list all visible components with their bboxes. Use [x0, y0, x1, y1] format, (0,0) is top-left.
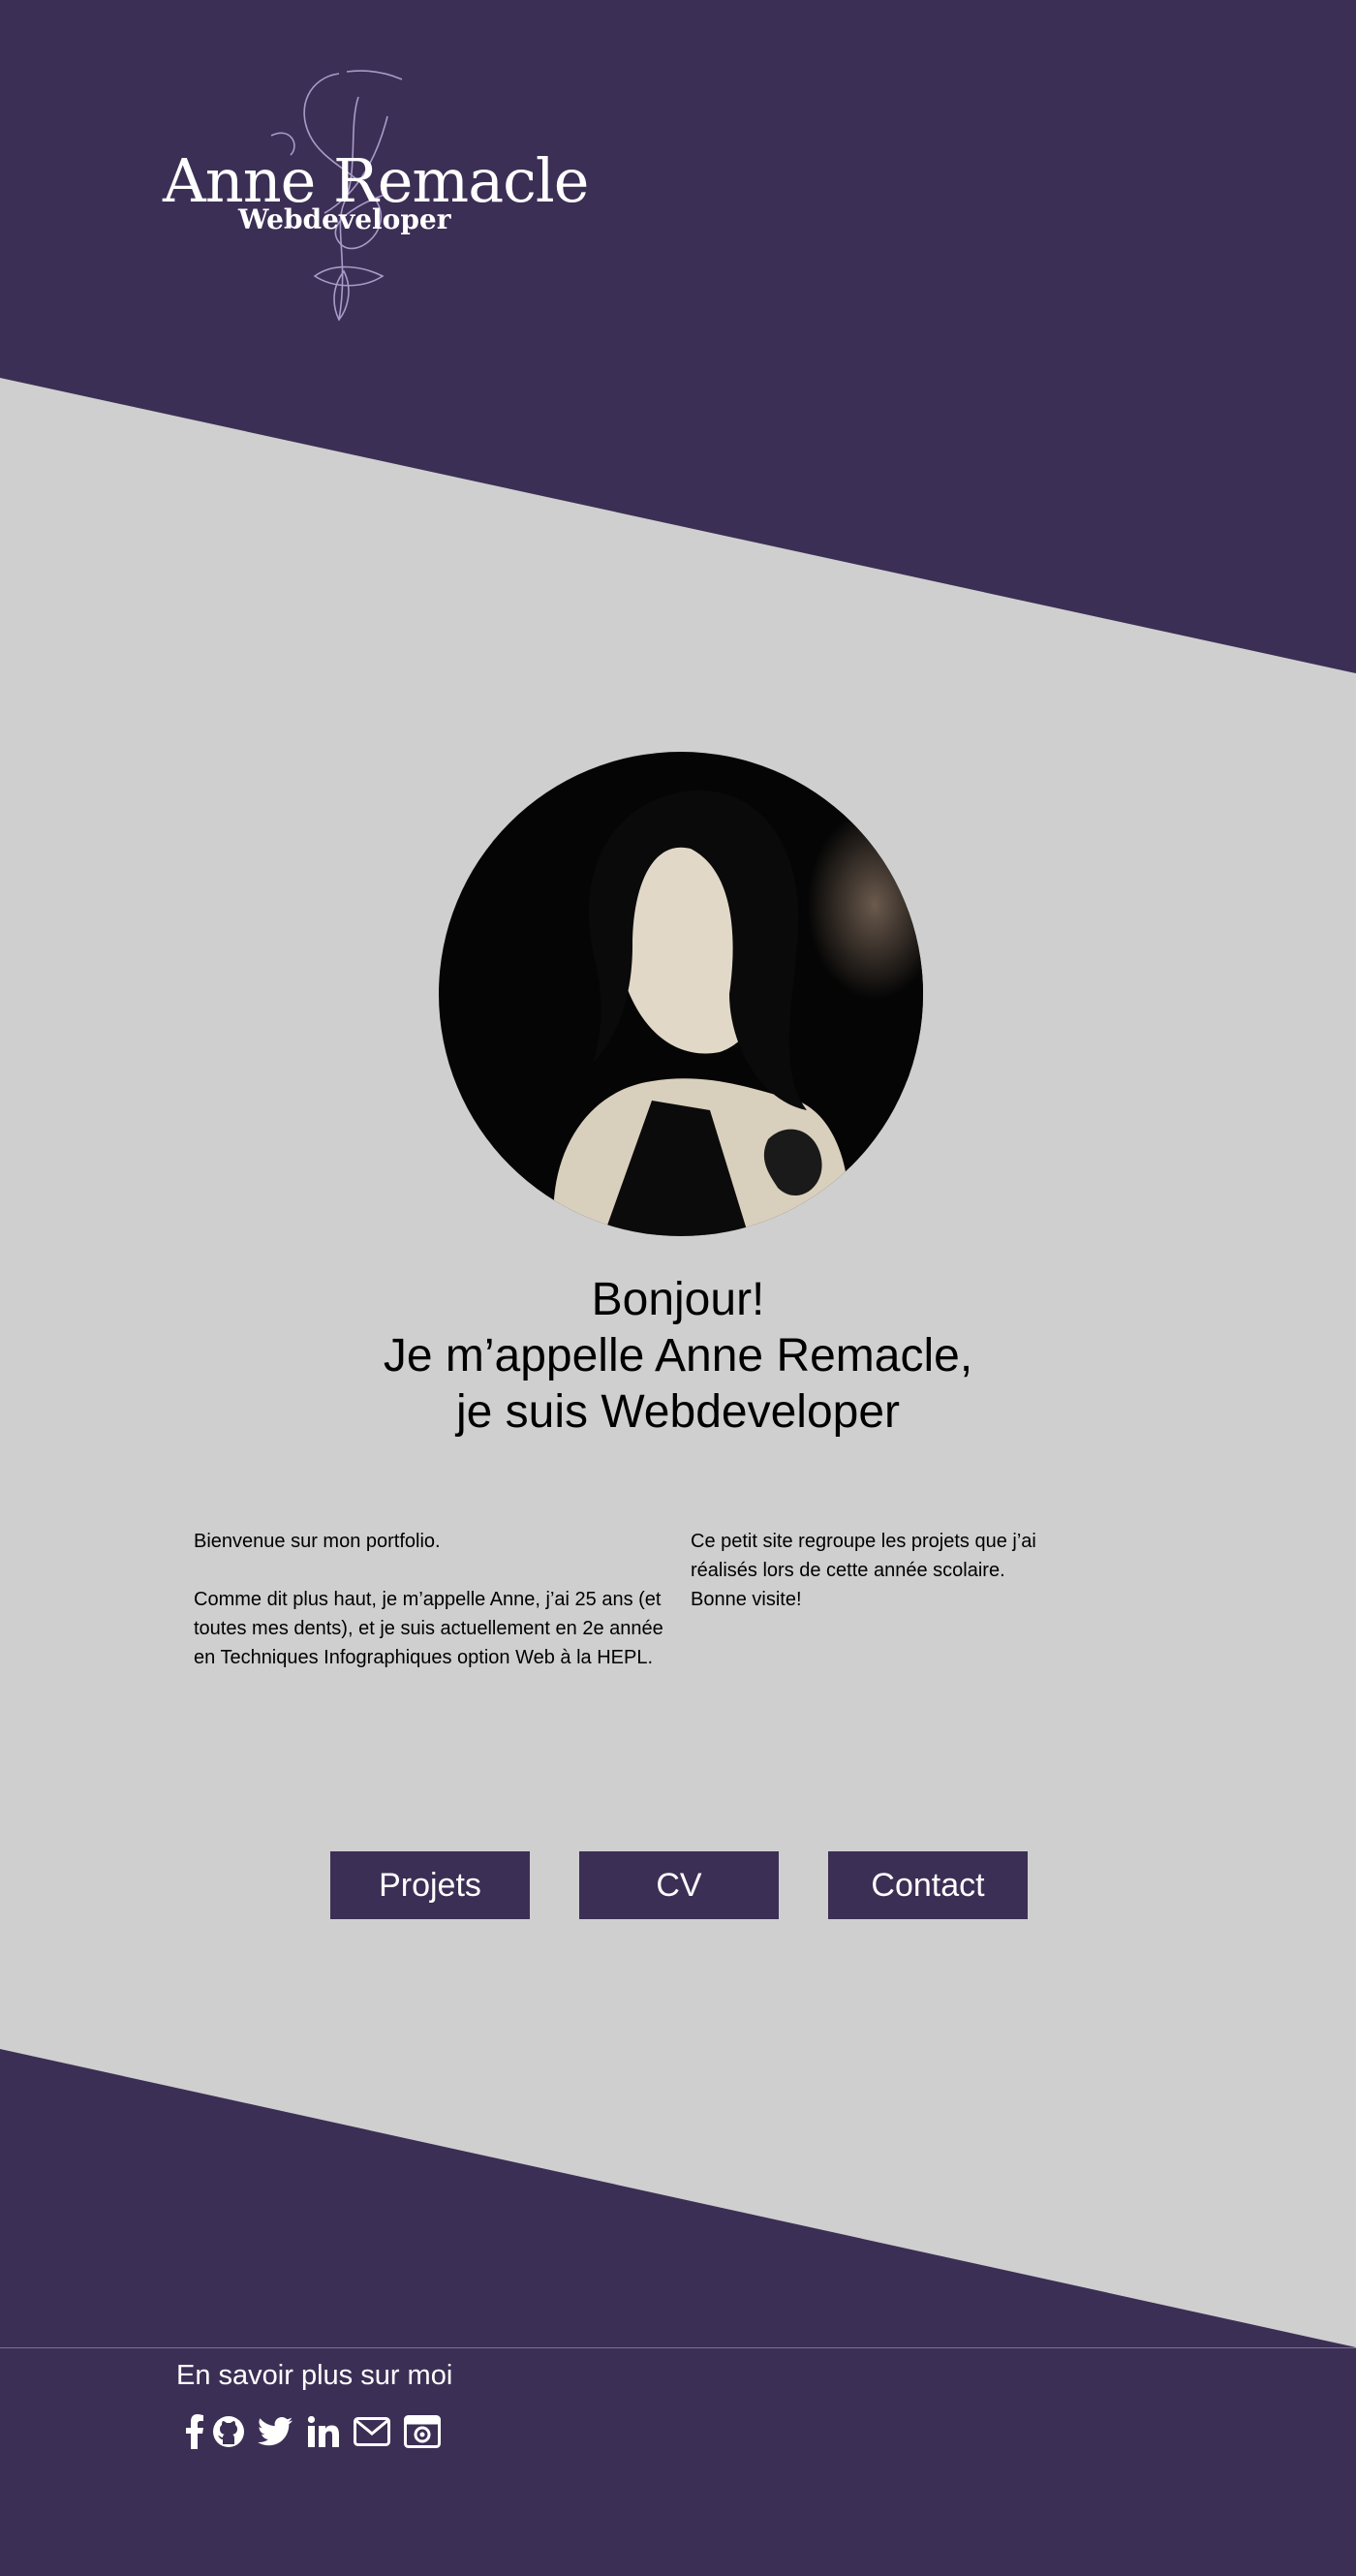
about-right-column: Ce petit site regroupe les projets que j…	[691, 1527, 1078, 1614]
facebook-icon[interactable]	[174, 2412, 213, 2451]
about-left-column: Bienvenue sur mon portfolio. Comme dit p…	[194, 1527, 668, 1672]
footer-title: En savoir plus sur moi	[176, 2360, 453, 2391]
about-greeting: Bonne visite!	[691, 1589, 802, 1610]
twitter-icon[interactable]	[256, 2412, 294, 2451]
greeting-line-3: je suis Webdeveloper	[455, 1386, 901, 1438]
linkedin-icon[interactable]	[304, 2412, 343, 2451]
cv-button[interactable]: CV	[579, 1851, 779, 1919]
footer-band	[0, 2049, 1356, 2576]
about-welcome: Bienvenue sur mon portfolio.	[194, 1531, 441, 1552]
greeting-line-1: Bonjour!	[591, 1274, 765, 1325]
projets-button[interactable]: Projets	[330, 1851, 530, 1919]
github-icon[interactable]	[209, 2412, 248, 2451]
contact-button[interactable]: Contact	[828, 1851, 1028, 1919]
site-logo[interactable]: Anne Remacle Webdeveloper	[155, 68, 589, 329]
about-site: Ce petit site regroupe les projets que j…	[691, 1531, 1036, 1581]
camera-icon[interactable]	[403, 2412, 442, 2451]
profile-photo	[439, 752, 923, 1236]
mail-icon[interactable]	[353, 2412, 391, 2451]
greeting-line-2: Je m’appelle Anne Remacle,	[383, 1330, 973, 1381]
intro-heading: Bonjour! Je m’appelle Anne Remacle, je s…	[242, 1272, 1114, 1441]
footer-divider	[0, 2347, 1356, 2348]
about-bio: Comme dit plus haut, je m’appelle Anne, …	[194, 1589, 663, 1668]
logo-tagline: Webdeveloper	[238, 203, 451, 235]
